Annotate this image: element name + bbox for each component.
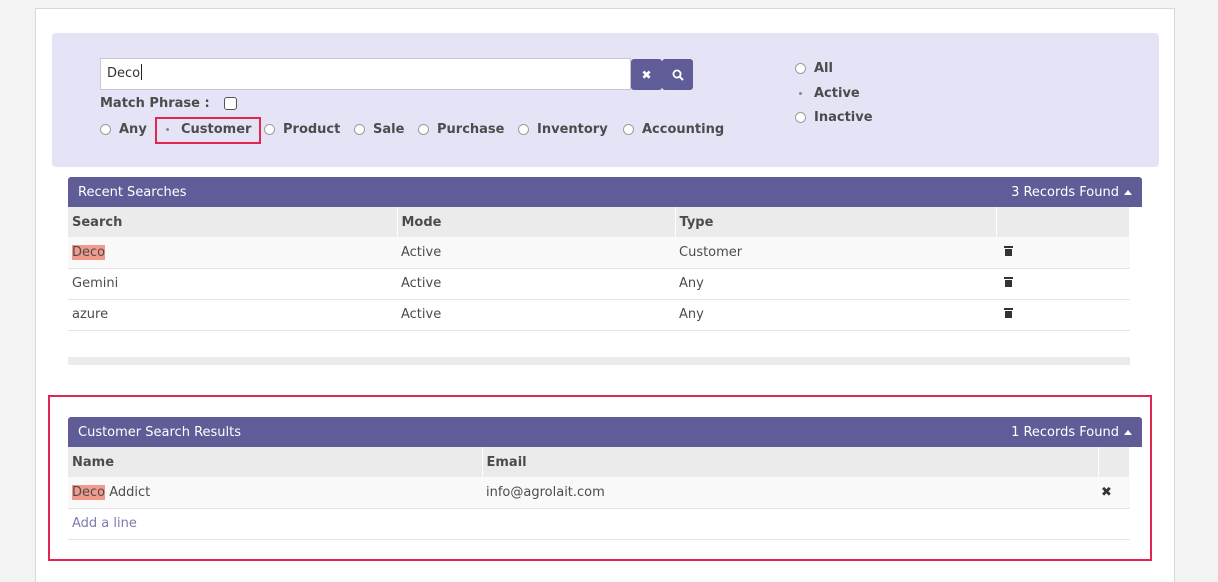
radio-icon <box>795 112 806 123</box>
type-option-any[interactable]: Any <box>100 122 147 137</box>
empty-cell <box>1098 508 1130 540</box>
match-phrase-row: Match Phrase : <box>100 96 237 111</box>
type-option-label: Purchase <box>437 122 505 137</box>
table-row[interactable]: Deco Active Customer <box>68 237 1130 269</box>
search-term-match: Deco <box>72 244 106 260</box>
cell-mode: Active <box>397 237 675 269</box>
type-option-accounting[interactable]: Accounting <box>623 122 724 137</box>
trash-icon[interactable] <box>1004 245 1013 256</box>
mode-option-label: Inactive <box>814 110 873 125</box>
table-row[interactable]: Gemini Active Any <box>68 268 1130 300</box>
radio-icon <box>418 124 429 135</box>
mode-option-all[interactable]: All <box>795 61 833 76</box>
radio-icon <box>518 124 529 135</box>
column-header-search[interactable]: Search <box>68 207 398 237</box>
customer-results-count: 1 Records Found <box>1011 424 1119 440</box>
caret-up-icon <box>1124 189 1132 195</box>
cell-type: Customer <box>675 237 996 269</box>
cell-mode: Active <box>397 268 675 300</box>
cell-email: info@agrolait.com <box>482 477 1098 509</box>
customer-results-table: Name Email Deco Addict info@agrolait.com… <box>68 447 1130 540</box>
customer-results-count-wrap: 1 Records Found <box>1011 425 1132 440</box>
name-rest: Addict <box>105 484 151 500</box>
radio-selected-icon <box>795 88 806 99</box>
cell-search: Gemini <box>68 268 397 300</box>
cell-name: Deco Addict <box>68 477 482 509</box>
search-panel: Deco ✖ Match Phrase : Any Customer Produ… <box>52 33 1159 167</box>
recent-searches-count: 3 Records Found <box>1011 184 1119 200</box>
radio-icon <box>623 124 634 135</box>
add-a-line-link[interactable]: Add a line <box>72 516 137 531</box>
cell-search: azure <box>68 299 397 331</box>
match-phrase-label: Match Phrase : <box>100 96 210 111</box>
table-header-row: Search Mode Type <box>68 207 1130 237</box>
customer-results-header[interactable]: Customer Search Results 1 Records Found <box>68 417 1142 447</box>
recent-searches-count-wrap: 3 Records Found <box>1011 185 1132 200</box>
type-option-label: Product <box>283 122 341 137</box>
table-header-row: Name Email <box>68 447 1130 477</box>
times-icon: ✖ <box>641 67 652 82</box>
recent-searches-header[interactable]: Recent Searches 3 Records Found <box>68 177 1142 207</box>
empty-cell <box>482 508 1098 540</box>
radio-icon <box>100 124 111 135</box>
type-option-purchase[interactable]: Purchase <box>418 122 504 137</box>
type-option-label: Accounting <box>642 122 725 137</box>
match-phrase-checkbox[interactable] <box>223 97 237 110</box>
cell-type: Any <box>675 268 996 300</box>
search-input-value: Deco <box>107 66 141 81</box>
mode-option-label: All <box>814 61 833 76</box>
column-header-mode[interactable]: Mode <box>397 207 676 237</box>
column-header-actions <box>996 207 1130 237</box>
column-header-email[interactable]: Email <box>482 447 1099 477</box>
type-option-product[interactable]: Product <box>264 122 340 137</box>
column-header-actions <box>1098 447 1130 477</box>
recent-searches-table: Search Mode Type Deco Active Customer Ge… <box>68 207 1130 331</box>
radio-icon <box>264 124 275 135</box>
column-header-name[interactable]: Name <box>68 447 483 477</box>
table-row[interactable]: azure Active Any <box>68 299 1130 331</box>
search-button[interactable] <box>662 59 693 90</box>
text-caret <box>141 64 143 80</box>
radio-icon <box>354 124 365 135</box>
type-option-label: Inventory <box>537 122 608 137</box>
type-option-label: Sale <box>373 122 405 137</box>
type-option-sale[interactable]: Sale <box>354 122 404 137</box>
customer-results-title: Customer Search Results <box>78 424 242 440</box>
cell-type: Any <box>675 299 996 331</box>
radio-icon <box>795 63 806 74</box>
recent-searches-title: Recent Searches <box>78 184 187 200</box>
mode-option-label: Active <box>814 86 860 101</box>
add-line-row: Add a line <box>68 508 1130 540</box>
caret-up-icon <box>1124 429 1132 435</box>
add-line-cell: Add a line <box>68 508 482 540</box>
recent-searches-footer <box>68 357 1130 365</box>
form-sheet: Deco ✖ Match Phrase : Any Customer Produ… <box>35 8 1175 582</box>
mode-option-inactive[interactable]: Inactive <box>795 110 873 125</box>
column-header-type[interactable]: Type <box>675 207 997 237</box>
customer-highlight-box <box>155 117 261 144</box>
mode-option-active[interactable]: Active <box>795 86 860 101</box>
clear-search-button[interactable]: ✖ <box>631 59 662 90</box>
cell-mode: Active <box>397 299 675 331</box>
type-option-label: Any <box>119 122 147 137</box>
name-match: Deco <box>72 484 106 500</box>
type-option-inventory[interactable]: Inventory <box>518 122 608 137</box>
table-row[interactable]: Deco Addict info@agrolait.com ✖ <box>68 477 1130 509</box>
search-input[interactable]: Deco <box>100 58 631 90</box>
remove-icon[interactable]: ✖ <box>1101 485 1112 500</box>
search-icon <box>672 69 684 81</box>
trash-icon[interactable] <box>1004 277 1013 287</box>
trash-icon[interactable] <box>1004 308 1013 318</box>
